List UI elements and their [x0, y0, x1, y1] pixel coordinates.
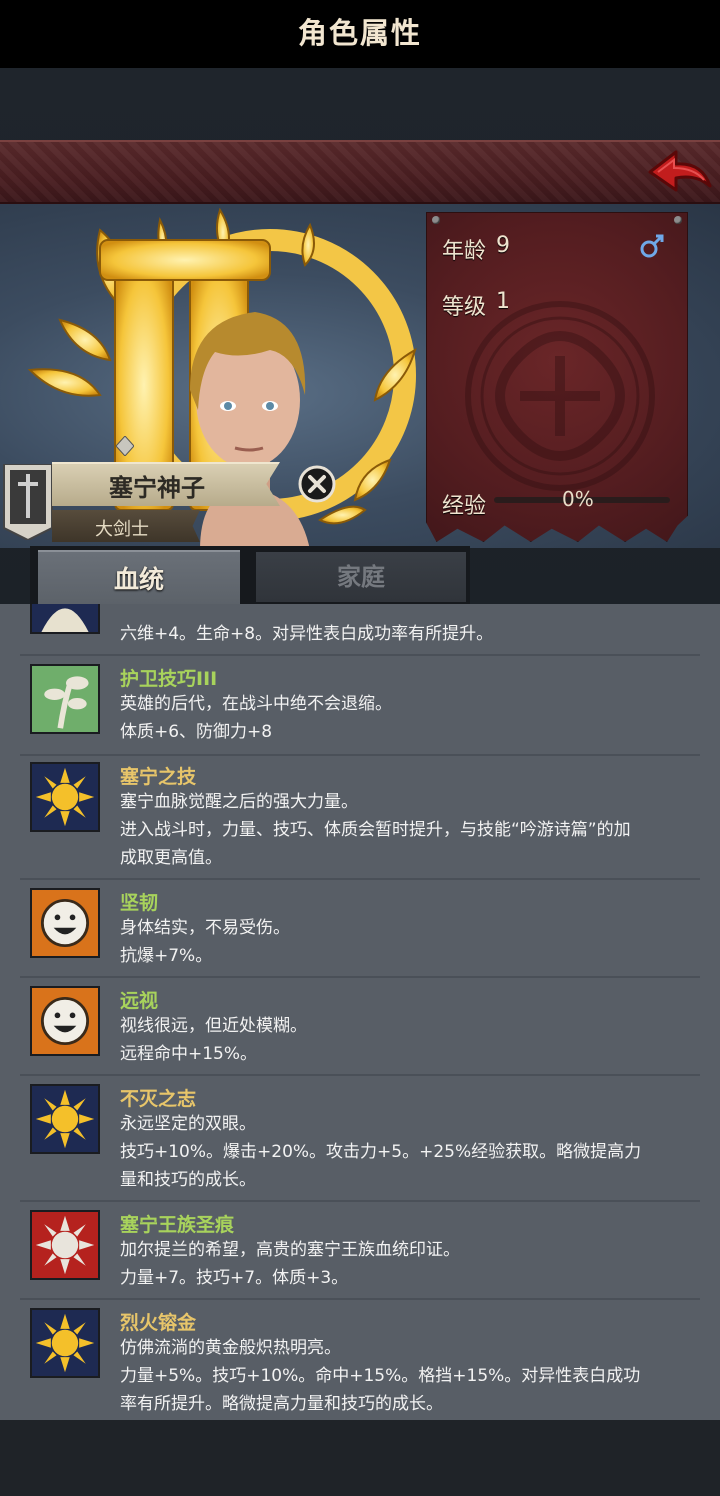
- divider: [20, 1298, 700, 1300]
- trait-desc: 成取更高值。: [120, 848, 222, 868]
- trait-desc: 技巧+10%。爆击+20%。攻击力+5。+25%经验获取。略微提高力: [120, 1142, 642, 1162]
- back-arrow-icon[interactable]: [646, 146, 714, 198]
- silver-sun-icon: [30, 1210, 100, 1280]
- exp-label: 经验: [442, 494, 487, 519]
- divider: [20, 878, 700, 880]
- trait-desc: 率有所提升。略微提高力量和技巧的成长。: [120, 1394, 443, 1414]
- trait-name: 塞宁王族圣痕: [120, 1214, 235, 1236]
- trait-desc: 抗爆+7%。: [120, 946, 213, 966]
- trait-desc: 视线很远，但近处模糊。: [120, 1016, 307, 1036]
- page-title: 角色属性: [297, 16, 422, 50]
- divider: [20, 1200, 700, 1202]
- trait-desc: 仿佛流淌的黄金般炽热明亮。: [120, 1338, 341, 1358]
- trait-desc: 远程命中+15%。: [120, 1044, 258, 1064]
- divider: [20, 654, 700, 656]
- trait-desc: 永远坚定的双眼。: [120, 1114, 256, 1134]
- trait-desc: 六维+4。生命+8。对异性表白成功率有所提升。: [120, 624, 494, 644]
- sun-icon: [30, 1084, 100, 1154]
- rank-star-icon: [116, 436, 134, 456]
- close-icon[interactable]: [298, 465, 336, 503]
- tab-family[interactable]: 家庭: [256, 552, 466, 602]
- sun-icon: [30, 1308, 100, 1378]
- divider: [20, 1074, 700, 1076]
- male-gender-icon: [640, 234, 664, 258]
- sun-icon: [30, 762, 100, 832]
- trait-desc: 身体结实，不易受伤。: [120, 918, 290, 938]
- trait-name: 坚韧: [120, 892, 159, 914]
- divider: [20, 976, 700, 978]
- exp-value: 0%: [562, 487, 594, 511]
- level-value: 1: [496, 289, 510, 314]
- trait-name: 塞宁之技: [120, 766, 197, 788]
- hero-title: 大剑士: [95, 519, 149, 540]
- trait-desc: 加尔提兰的希望，高贵的塞宁王族血统印证。: [120, 1240, 460, 1260]
- tab-bloodline[interactable]: 血统: [38, 550, 240, 608]
- age-value: 9: [496, 233, 510, 258]
- divider: [20, 754, 700, 756]
- smiley-icon: [30, 986, 100, 1056]
- trait-name: 远视: [120, 990, 159, 1012]
- trait-desc: 英雄的后代，在战斗中绝不会退缩。: [120, 694, 392, 714]
- tab-bloodline-label: 血统: [113, 565, 164, 594]
- trait-desc: 量和技巧的成长。: [120, 1170, 256, 1190]
- age-label: 年龄: [442, 239, 487, 264]
- bottom-bar: [0, 1420, 720, 1496]
- sword-banner-icon: [3, 464, 53, 540]
- tab-family-label: 家庭: [337, 563, 385, 591]
- header-bar: [0, 140, 720, 204]
- level-label: 等级: [442, 295, 487, 320]
- trait-name: 不灭之志: [120, 1088, 197, 1110]
- trait-desc: 体质+6、防御力+8: [120, 722, 273, 742]
- nail-decoration: [432, 216, 440, 224]
- trait-desc: 进入战斗时，力量、技巧、体质会暂时提升，与技能“吟游诗篇”的加: [120, 820, 631, 840]
- smiley-icon: [30, 888, 100, 958]
- pale-crest-icon: [30, 604, 100, 634]
- nail-decoration: [674, 216, 682, 224]
- trait-desc: 力量+5%。技巧+10%。命中+15%。格挡+15%。对异性表白成功: [120, 1366, 641, 1386]
- sprout-icon: [30, 664, 100, 734]
- celtic-knot-emblem: [465, 301, 655, 491]
- trait-name: 烈火镕金: [120, 1312, 197, 1334]
- trait-name: 护卫技巧III: [120, 668, 218, 690]
- trait-list[interactable]: 六维+4。生命+8。对异性表白成功率有所提升。 护卫技巧III 英雄的后代，在战…: [0, 604, 720, 1420]
- hero-name: 塞宁神子: [109, 474, 205, 502]
- trait-desc: 力量+7。技巧+7。体质+3。: [120, 1268, 349, 1288]
- trait-desc: 塞宁血脉觉醒之后的强大力量。: [120, 792, 358, 812]
